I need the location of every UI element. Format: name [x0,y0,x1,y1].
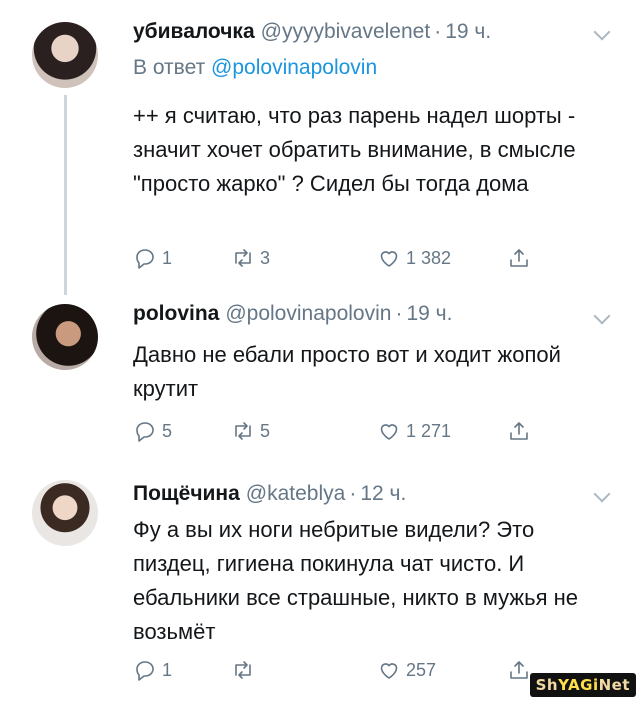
retweet-button[interactable]: 5 [231,416,270,446]
share-button[interactable] [507,243,531,273]
retweet-count: 5 [260,420,271,441]
username-handle[interactable]: @kateblya [246,482,346,506]
username-handle[interactable]: @yyyybivavelenet [261,20,431,44]
tweet[interactable]: Пощёчина @kateblya · 12 ч. Фу а вы их но… [0,462,640,703]
watermark-part: YAGi [558,676,599,694]
share-button[interactable] [507,416,531,446]
retweet-icon [235,422,251,440]
like-button[interactable]: 1 382 [377,243,451,273]
display-name[interactable]: polovina [133,302,219,326]
action-bar: 5 5 1 271 [133,416,553,446]
chevron-down-icon[interactable] [593,485,611,503]
reply-icon [136,249,154,269]
watermark-part: Net [598,676,630,694]
retweet-icon [235,249,251,267]
avatar[interactable] [32,480,98,546]
reply-button[interactable]: 1 [133,243,172,273]
like-count: 1 271 [406,420,452,441]
reply-count: 1 [162,659,173,680]
tweet-thread: убивалочка @yyyybivavelenet · 19 ч. В от… [0,0,640,703]
username-handle[interactable]: @polovinapolovin [225,302,391,326]
reply-button[interactable]: 1 [133,655,172,685]
reply-context: В ответ @polovinapolovin [133,56,377,80]
separator-dot: · [434,20,442,43]
avatar[interactable] [32,22,98,88]
chevron-down-icon[interactable] [593,23,611,41]
avatar[interactable] [32,304,98,370]
like-button[interactable]: 257 [377,655,436,685]
timestamp[interactable]: 19 ч. [445,20,491,44]
retweet-count: 3 [260,247,271,268]
like-count: 1 382 [406,247,452,268]
display-name[interactable]: убивалочка [133,20,255,44]
action-bar: 1 3 1 382 [133,243,553,273]
watermark-part: Sh [535,676,559,694]
share-button[interactable] [507,655,531,685]
reply-button[interactable]: 5 [133,416,172,446]
heart-icon [380,663,398,679]
tweet-header: polovina @polovinapolovin · 19 ч. [133,302,452,326]
tweet[interactable]: polovina @polovinapolovin · 19 ч. Давно … [0,290,640,462]
heart-icon [380,251,398,267]
action-bar: 1 257 [133,655,553,685]
tweet[interactable]: убивалочка @yyyybivavelenet · 19 ч. В от… [0,0,640,295]
reply-mention-link[interactable]: @polovinapolovin [211,56,377,79]
tweet-text: Давно не ебали просто вот и ходит жопой … [133,342,561,401]
like-count: 257 [406,659,437,680]
retweet-button[interactable] [231,655,260,685]
reply-count: 1 [162,247,173,268]
share-icon [510,661,528,679]
separator-dot: · [349,482,357,505]
display-name[interactable]: Пощёчина [133,482,240,506]
timestamp[interactable]: 12 ч. [360,482,406,506]
reply-icon [136,661,154,681]
retweet-button[interactable]: 3 [231,243,270,273]
reply-icon [136,422,154,442]
thread-connector-line [64,95,67,295]
site-watermark: Sh YAGi Net [529,673,636,697]
timestamp[interactable]: 19 ч. [406,302,452,326]
tweet-header: Пощёчина @kateblya · 12 ч. [133,482,406,506]
heart-icon [380,424,398,440]
reply-prefix: В ответ [133,56,206,79]
tweet-text: Фу а вы их ноги небритые видели? Это пиз… [133,517,578,644]
retweet-icon [235,661,251,679]
like-button[interactable]: 1 271 [377,416,451,446]
separator-dot: · [395,302,403,325]
tweet-header: убивалочка @yyyybivavelenet · 19 ч. [133,20,491,44]
reply-count: 5 [162,420,173,441]
tweet-text: ++ я считаю, что раз парень надел шорты … [133,103,576,196]
share-icon [510,249,528,267]
chevron-down-icon[interactable] [593,307,611,325]
share-icon [510,422,528,440]
